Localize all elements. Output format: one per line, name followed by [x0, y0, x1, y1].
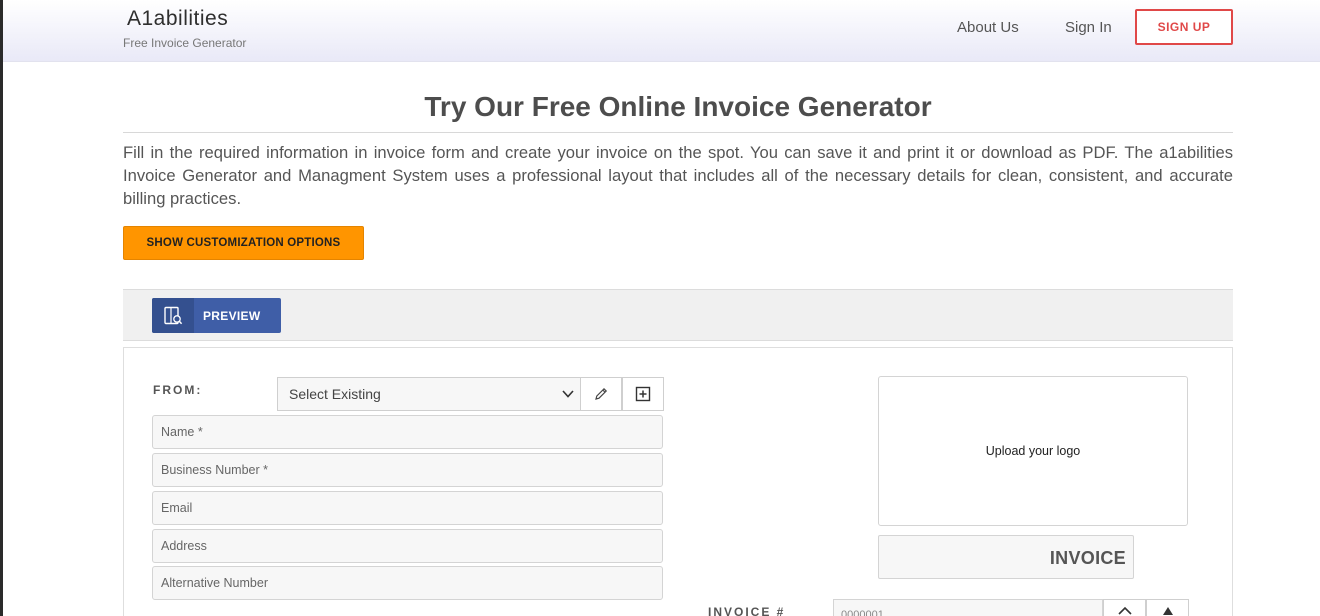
from-label: FROM: [153, 383, 203, 397]
title-divider [123, 132, 1233, 133]
sign-up-button[interactable]: SIGN UP [1135, 9, 1233, 45]
invoice-number-up-button[interactable] [1103, 599, 1146, 616]
invoice-toolbar: PREVIEW [123, 289, 1233, 341]
invoice-number-field[interactable]: 0000001 [833, 599, 1103, 616]
nav-about-us[interactable]: About Us [957, 19, 1019, 36]
logo-upload-label: Upload your logo [985, 444, 1081, 458]
invoice-title-field[interactable]: INVOICE [878, 535, 1134, 579]
edit-sender-button[interactable] [580, 377, 622, 411]
plus-box-icon [635, 386, 651, 402]
chevron-down-icon [562, 390, 574, 398]
preview-icon [152, 298, 194, 333]
select-existing-dropdown[interactable]: Select Existing [277, 377, 581, 411]
brand-logo[interactable]: A1abilities [127, 7, 228, 31]
name-field[interactable]: Name * [152, 415, 663, 449]
invoice-number-arrow-button[interactable] [1146, 599, 1189, 616]
chevron-up-icon [1117, 606, 1132, 615]
window-edge [0, 0, 3, 616]
page-title: Try Our Free Online Invoice Generator [424, 91, 932, 122]
arrow-up-icon [1162, 607, 1173, 615]
add-sender-button[interactable] [622, 377, 664, 411]
email-field[interactable]: Email [152, 491, 663, 525]
alternative-number-field[interactable]: Alternative Number [152, 566, 663, 600]
preview-button[interactable]: PREVIEW [152, 298, 281, 333]
logo-upload-area[interactable]: Upload your logo [878, 376, 1188, 526]
brand-tagline: Free Invoice Generator [123, 36, 247, 50]
business-number-field[interactable]: Business Number * [152, 453, 663, 487]
select-existing-value: Select Existing [289, 386, 381, 402]
invoice-number-label: INVOICE # [708, 605, 786, 616]
intro-paragraph: Fill in the required information in invo… [123, 143, 1233, 208]
nav-sign-in[interactable]: Sign In [1065, 19, 1112, 36]
preview-label: PREVIEW [203, 309, 261, 323]
address-field[interactable]: Address [152, 529, 663, 563]
show-customization-button[interactable]: SHOW CUSTOMIZATION OPTIONS [123, 226, 364, 260]
pencil-icon [595, 387, 608, 400]
